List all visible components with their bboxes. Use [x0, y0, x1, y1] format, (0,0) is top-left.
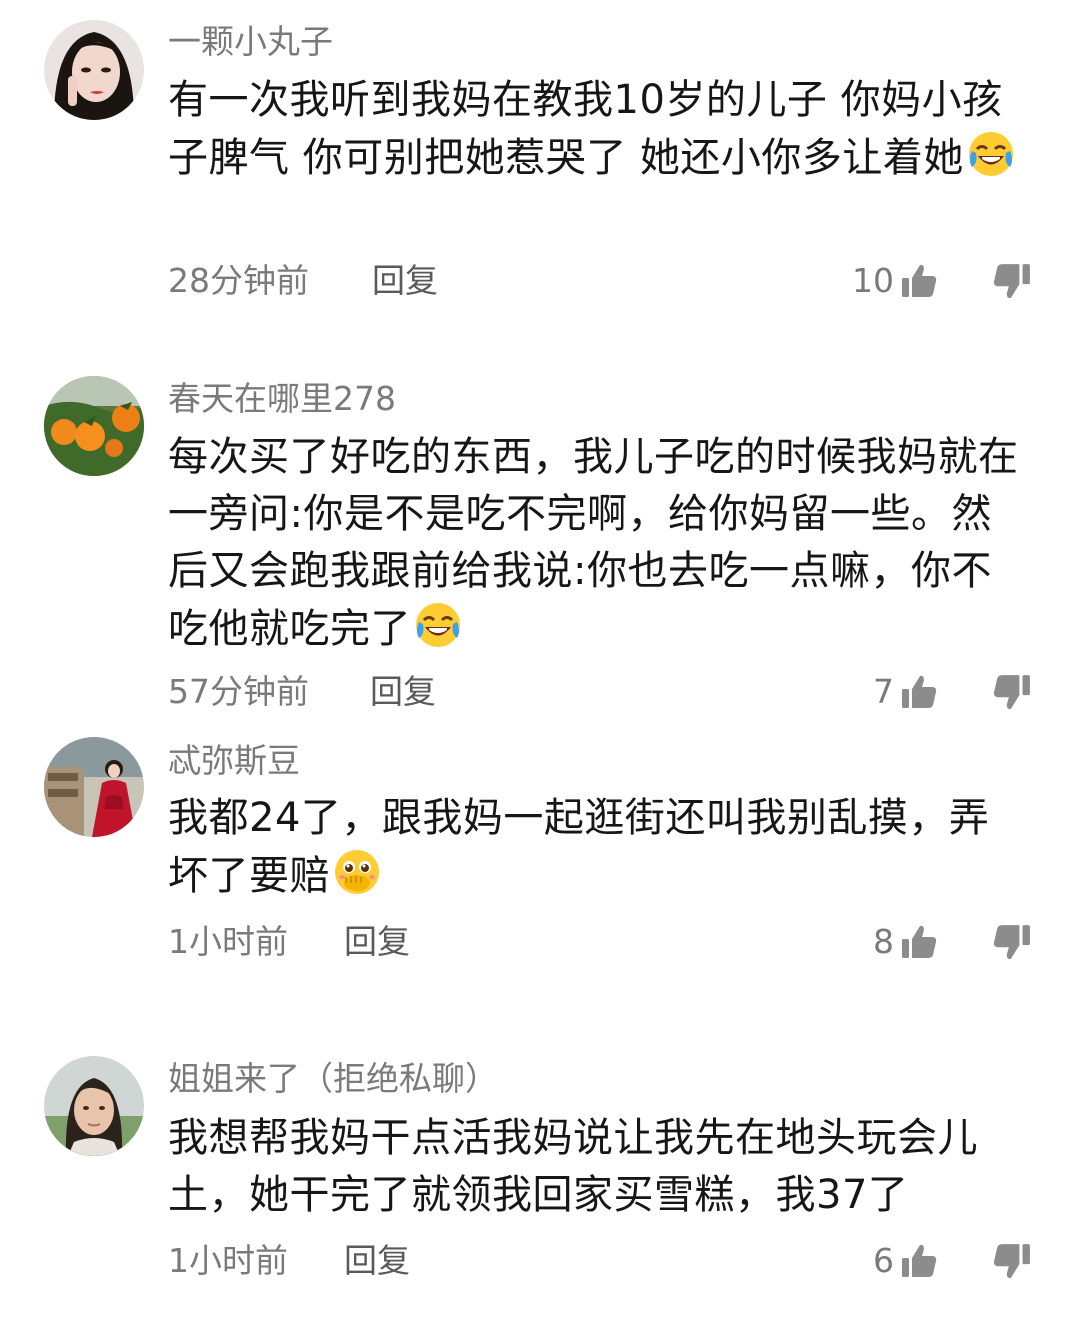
- comment-text-content: 每次买了好吃的东西，我儿子吃的时候我妈就在一旁问:你是不是吃不完啊，给你妈留一些…: [168, 434, 1019, 652]
- reply-button[interactable]: 回复: [344, 1241, 410, 1281]
- reply-button[interactable]: 回复: [372, 261, 438, 301]
- avatar[interactable]: [44, 737, 144, 837]
- thumbs-down-icon: [993, 1244, 1030, 1279]
- username[interactable]: 忒弥斯豆: [168, 741, 300, 781]
- username[interactable]: 春天在哪里278: [168, 379, 396, 419]
- comment-text-content: 我都24了，跟我妈一起逛街还叫我别乱摸，弄坏了要赔: [168, 795, 990, 899]
- laughing-crying-emoji-icon: [413, 600, 463, 650]
- like-button[interactable]: 10: [852, 261, 938, 301]
- dislike-button[interactable]: [992, 261, 1032, 301]
- comment-timestamp: 1小时前: [168, 1241, 288, 1280]
- dislike-button[interactable]: [992, 672, 1032, 712]
- reply-button[interactable]: 回复: [344, 922, 410, 962]
- thumbs-up-icon: [902, 925, 937, 958]
- thumbs-up-icon: [902, 264, 937, 297]
- username[interactable]: 一颗小丸子: [168, 22, 333, 62]
- comment-timestamp: 28分钟前: [168, 261, 309, 300]
- avatar[interactable]: [44, 376, 144, 476]
- avatar[interactable]: [44, 1056, 144, 1156]
- thumbs-up-icon: [902, 1244, 937, 1277]
- like-count: 7: [873, 672, 894, 711]
- comment-text-content: 我想帮我妈干点活我妈说让我先在地头玩会儿土，她干完了就领我回家买雪糕，我37了: [168, 1115, 978, 1218]
- thumbs-up-icon: [902, 675, 937, 708]
- laughing-crying-emoji-icon: [966, 129, 1016, 179]
- like-count: 10: [852, 261, 894, 300]
- dislike-button[interactable]: [992, 1241, 1032, 1281]
- comment-timestamp: 57分钟前: [168, 672, 309, 711]
- username[interactable]: 姐姐来了（拒绝私聊）: [168, 1059, 498, 1099]
- thumbs-down-icon: [993, 675, 1030, 710]
- dislike-button[interactable]: [992, 922, 1032, 962]
- like-button[interactable]: 7: [873, 672, 938, 712]
- comment-text: 有一次我听到我妈在教我10岁的儿子 你妈小孩子脾气 你可别把她惹哭了 她还小你多…: [168, 72, 1028, 187]
- like-button[interactable]: 6: [873, 1241, 938, 1281]
- comment-text: 每次买了好吃的东西，我儿子吃的时候我妈就在一旁问:你是不是吃不完啊，给你妈留一些…: [168, 429, 1028, 658]
- reply-button[interactable]: 回复: [370, 672, 436, 712]
- comment-text-content: 有一次我听到我妈在教我10岁的儿子 你妈小孩子脾气 你可别把她惹哭了 她还小你多…: [168, 77, 1003, 181]
- like-button[interactable]: 8: [873, 922, 938, 962]
- comment-timestamp: 1小时前: [168, 922, 288, 961]
- comment-text: 我都24了，跟我妈一起逛街还叫我别乱摸，弄坏了要赔: [168, 790, 1028, 905]
- thumbs-down-icon: [993, 264, 1030, 299]
- comment-text: 我想帮我妈干点活我妈说让我先在地头玩会儿土，她干完了就领我回家买雪糕，我37了: [168, 1110, 1028, 1224]
- thumbs-down-icon: [993, 925, 1030, 960]
- like-count: 8: [873, 922, 894, 961]
- avatar[interactable]: [44, 20, 144, 120]
- pleading-hand-over-mouth-emoji-icon: [332, 847, 382, 897]
- like-count: 6: [873, 1241, 894, 1280]
